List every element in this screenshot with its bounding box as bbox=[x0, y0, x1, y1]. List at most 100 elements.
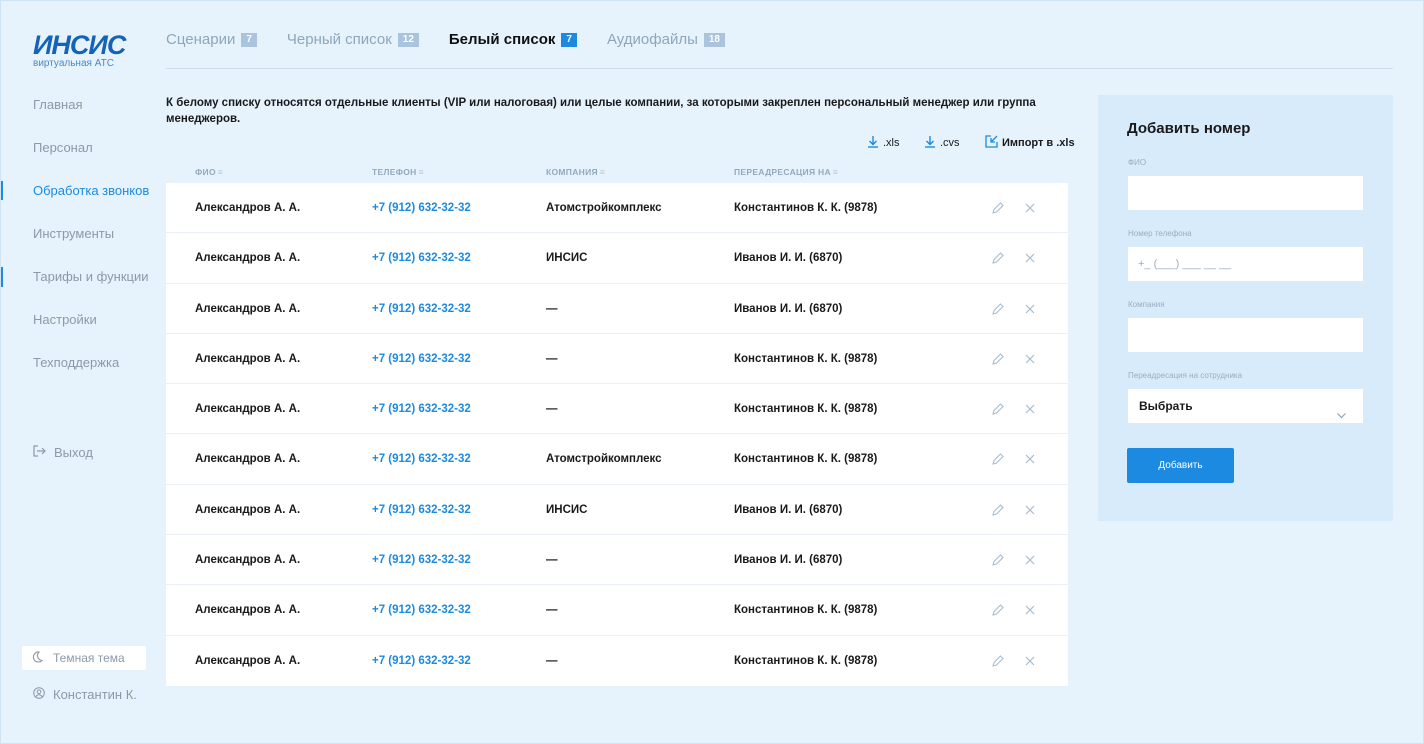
edit-icon[interactable] bbox=[991, 352, 1005, 366]
delete-icon[interactable] bbox=[1023, 302, 1037, 316]
delete-icon[interactable] bbox=[1023, 553, 1037, 567]
fio-field[interactable] bbox=[1128, 176, 1363, 210]
sidebar-item-support[interactable]: Техподдержка bbox=[1, 343, 151, 386]
cell-fio: Александров А. А. bbox=[195, 503, 301, 516]
count-badge: 18 bbox=[703, 32, 725, 47]
user-name: Константин К. bbox=[53, 687, 137, 702]
tab-whitelist[interactable]: Белый список 7 bbox=[449, 31, 577, 48]
sidebar-item-call-handling[interactable]: Обработка звонков bbox=[1, 171, 151, 287]
edit-icon[interactable] bbox=[991, 553, 1005, 567]
cell-redirect: Константинов К. К. (9878) bbox=[734, 604, 878, 617]
download-xls-button[interactable]: .xls bbox=[867, 135, 900, 151]
phone-field[interactable]: +_ (___) ___ __ __ bbox=[1128, 247, 1363, 281]
add-button[interactable]: Добавить bbox=[1127, 448, 1234, 483]
cell-company: ИНСИС bbox=[546, 252, 588, 265]
delete-icon[interactable] bbox=[1023, 402, 1037, 416]
filter-icon: ≡ bbox=[832, 167, 839, 177]
tab-blacklist[interactable]: Черный список 12 bbox=[287, 31, 419, 48]
table-row: Александров А. А. +7 (912) 632-32-32 — И… bbox=[166, 284, 1068, 334]
cell-phone[interactable]: +7 (912) 632-32-32 bbox=[372, 284, 471, 334]
sidebar-item-settings[interactable]: Настройки bbox=[1, 300, 151, 343]
logout-button[interactable]: Выход bbox=[33, 445, 93, 460]
user-profile[interactable]: Константин К. bbox=[33, 687, 137, 702]
edit-icon[interactable] bbox=[991, 302, 1005, 316]
download-cvs-button[interactable]: .cvs bbox=[924, 135, 960, 151]
import-icon bbox=[985, 135, 998, 151]
cell-redirect: Константинов К. К. (9878) bbox=[734, 403, 878, 416]
cell-phone[interactable]: +7 (912) 632-32-32 bbox=[372, 434, 471, 484]
app-window: ИНСИС виртуальная АТС Главная Персонал О… bbox=[0, 0, 1424, 744]
cell-redirect: Иванов И. И. (6870) bbox=[734, 252, 843, 265]
dark-theme-label: Темная тема bbox=[53, 651, 125, 665]
edit-icon[interactable] bbox=[991, 654, 1005, 668]
cell-phone[interactable]: +7 (912) 632-32-32 bbox=[372, 384, 471, 434]
cell-company: — bbox=[546, 302, 558, 315]
user-icon bbox=[33, 687, 45, 702]
whitelist-table: Александров А. А. +7 (912) 632-32-32 Ато… bbox=[166, 183, 1068, 686]
table-row: Александров А. А. +7 (912) 632-32-32 — И… bbox=[166, 535, 1068, 586]
sidebar-item-staff[interactable]: Персонал bbox=[1, 128, 151, 171]
column-header-phone[interactable]: ТЕЛЕФОН ≡ bbox=[372, 167, 424, 177]
delete-icon[interactable] bbox=[1023, 503, 1037, 517]
logo-mark: ИНСИС bbox=[33, 30, 126, 60]
redirect-select[interactable]: Выбрать bbox=[1128, 389, 1363, 423]
logo[interactable]: ИНСИС виртуальная АТС bbox=[33, 30, 126, 69]
cell-phone[interactable]: +7 (912) 632-32-32 bbox=[372, 334, 471, 384]
import-xls-label: Импорт в .xls bbox=[1002, 137, 1075, 149]
filter-icon: ≡ bbox=[217, 167, 224, 177]
cell-fio: Александров А. А. bbox=[195, 202, 301, 214]
table-row: Александров А. А. +7 (912) 632-32-32 — К… bbox=[166, 585, 1068, 636]
edit-icon[interactable] bbox=[991, 402, 1005, 416]
sidebar-item-tools[interactable]: Инструменты bbox=[1, 214, 151, 257]
active-indicator bbox=[1, 181, 3, 200]
edit-icon[interactable] bbox=[991, 251, 1005, 265]
cell-phone[interactable]: +7 (912) 632-32-32 bbox=[372, 183, 471, 233]
cell-fio: Александров А. А. bbox=[195, 453, 301, 466]
download-xls-label: .xls bbox=[883, 137, 900, 149]
filter-icon: ≡ bbox=[418, 167, 424, 177]
tab-audiofiles[interactable]: Аудиофайлы 18 bbox=[607, 31, 725, 48]
edit-icon[interactable] bbox=[991, 503, 1005, 517]
cell-phone[interactable]: +7 (912) 632-32-32 bbox=[372, 585, 471, 635]
cell-company: — bbox=[546, 554, 558, 567]
edit-icon[interactable] bbox=[991, 201, 1005, 215]
delete-icon[interactable] bbox=[1023, 352, 1037, 366]
table-row: Александров А. А. +7 (912) 632-32-32 — К… bbox=[166, 636, 1068, 686]
cell-phone[interactable]: +7 (912) 632-32-32 bbox=[372, 485, 471, 535]
cell-fio: Александров А. А. bbox=[195, 403, 301, 416]
cell-redirect: Константинов К. К. (9878) bbox=[734, 453, 878, 466]
edit-icon[interactable] bbox=[991, 452, 1005, 466]
delete-icon[interactable] bbox=[1023, 654, 1037, 668]
tab-bar: Сценарии 7 Черный список 12 Белый список… bbox=[166, 31, 725, 48]
moon-icon bbox=[32, 650, 44, 666]
column-header-label: ФИО bbox=[195, 167, 216, 177]
column-header-label: КОМПАНИЯ bbox=[546, 167, 598, 177]
tab-label: Черный список bbox=[286, 31, 392, 48]
sidebar-item-home[interactable]: Главная bbox=[1, 85, 151, 128]
import-xls-button[interactable]: Импорт в .xls bbox=[985, 135, 1075, 151]
cell-phone[interactable]: +7 (912) 632-32-32 bbox=[372, 636, 471, 686]
logout-icon bbox=[33, 445, 46, 460]
table-row: Александров А. А. +7 (912) 632-32-32 — К… bbox=[166, 384, 1068, 435]
delete-icon[interactable] bbox=[1023, 452, 1037, 466]
edit-icon[interactable] bbox=[991, 603, 1005, 617]
cell-phone[interactable]: +7 (912) 632-32-32 bbox=[372, 535, 471, 585]
redirect-label: Переадресация на сотрудника bbox=[1128, 371, 1243, 380]
sidebar-nav: Главная Персонал Обработка звонков Инстр… bbox=[1, 85, 151, 386]
cell-fio: Александров А. А. bbox=[195, 654, 301, 667]
count-badge: 12 bbox=[397, 32, 419, 47]
tab-scenarios[interactable]: Сценарии 7 bbox=[166, 31, 257, 48]
page-description: К белому списку относятся отдельные клие… bbox=[166, 97, 1036, 125]
column-header-redirect[interactable]: ПЕРЕАДРЕСАЦИЯ НА ≡ bbox=[734, 167, 838, 177]
column-header-fio[interactable]: ФИО ≡ bbox=[195, 167, 223, 177]
company-field[interactable] bbox=[1128, 318, 1363, 352]
delete-icon[interactable] bbox=[1023, 251, 1037, 265]
dark-theme-toggle[interactable]: Темная тема bbox=[22, 646, 146, 670]
cell-redirect: Иванов И. И. (6870) bbox=[734, 503, 843, 516]
table-header: ФИО ≡ ТЕЛЕФОН ≡ КОМПАНИЯ ≡ ПЕРЕАДРЕСАЦИЯ НА… bbox=[166, 167, 1068, 181]
delete-icon[interactable] bbox=[1023, 201, 1037, 215]
column-header-company[interactable]: КОМПАНИЯ ≡ bbox=[546, 167, 605, 177]
sidebar-item-tariffs[interactable]: Тарифы и функции bbox=[1, 257, 151, 300]
delete-icon[interactable] bbox=[1023, 603, 1037, 617]
cell-phone[interactable]: +7 (912) 632-32-32 bbox=[372, 233, 471, 283]
